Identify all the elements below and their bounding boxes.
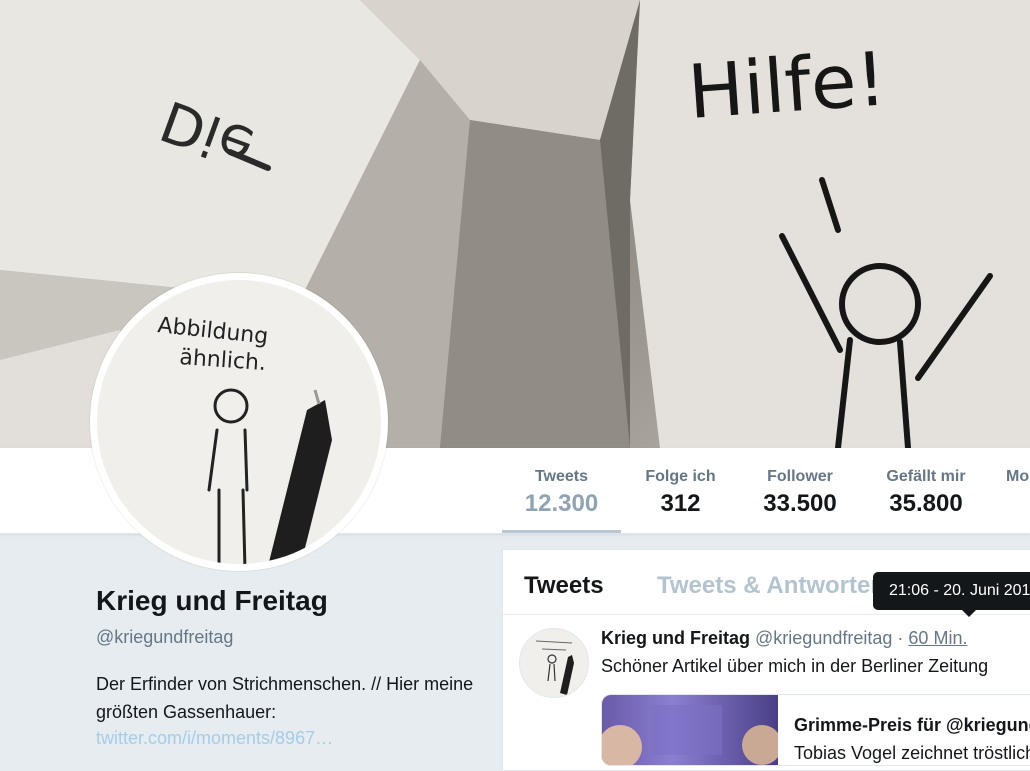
tweet-avatar[interactable] xyxy=(519,628,589,698)
tooltip-arrow xyxy=(961,609,977,617)
stat-label: Tweets xyxy=(534,468,589,485)
avatar-caption: ähnlich. xyxy=(179,345,267,376)
profile-bio: Der Erfinder von Strichmenschen. // Hier… xyxy=(96,674,474,722)
profile-handle[interactable]: @kriegundfreitag xyxy=(96,627,233,648)
profile-name: Krieg und Freitag xyxy=(96,585,328,616)
stat-label: Gefällt mir xyxy=(886,468,966,485)
active-tab-underline xyxy=(502,530,621,533)
svg-text:Hilfe!: Hilfe! xyxy=(685,36,889,136)
tweet-header: Krieg und Freitag @kriegundfreitag · 60 … xyxy=(601,628,967,649)
stat-value: 35.800 xyxy=(889,490,963,517)
tweet-timestamp[interactable]: 60 Min. xyxy=(908,628,967,648)
link-card[interactable]: Grimme-Preis für @kriegundfreitag Tobias… xyxy=(601,694,1030,766)
stat-label: Folge ich xyxy=(645,468,716,485)
tab-tweets-replies[interactable]: Tweets & Antworten xyxy=(657,572,885,600)
stat-value: 12.300 xyxy=(524,490,599,517)
stat-label: Mo xyxy=(1006,468,1030,485)
avatar-image: Abbildung ähnlich. xyxy=(97,280,381,564)
stat-following[interactable]: Folge ich 312 xyxy=(621,448,740,533)
stat-label: Follower xyxy=(767,468,833,485)
tweet-author-name[interactable]: Krieg und Freitag xyxy=(601,628,750,648)
stat-tweets[interactable]: Tweets 12.300 xyxy=(502,448,621,533)
stat-likes[interactable]: Gefällt mir 35.800 xyxy=(868,448,984,533)
tweet-separator: · xyxy=(897,628,904,648)
avatar-caption: Abbildung xyxy=(156,313,269,349)
profile-avatar[interactable]: Abbildung ähnlich. xyxy=(90,273,388,571)
tab-tweets[interactable]: Tweets xyxy=(524,572,604,600)
card-description: Tobias Vogel zeichnet tröstliche xyxy=(794,743,1030,763)
stat-more[interactable]: Mo xyxy=(1006,448,1030,533)
stat-value: 33.500 xyxy=(763,490,837,517)
stat-followers[interactable]: Follower 33.500 xyxy=(740,448,860,533)
tweet-text: Schöner Artikel über mich in der Berline… xyxy=(601,656,989,676)
card-title: Grimme-Preis für @kriegundfreitag xyxy=(794,715,1030,735)
tweet-author-handle[interactable]: @kriegundfreitag xyxy=(755,628,892,648)
card-image xyxy=(602,695,782,765)
stat-value: 312 xyxy=(660,490,701,517)
profile-link[interactable]: twitter.com/i/moments/8967… xyxy=(96,728,333,749)
timestamp-tooltip: 21:06 - 20. Juni 2018 xyxy=(873,572,1030,610)
tabs-divider xyxy=(503,614,1030,615)
